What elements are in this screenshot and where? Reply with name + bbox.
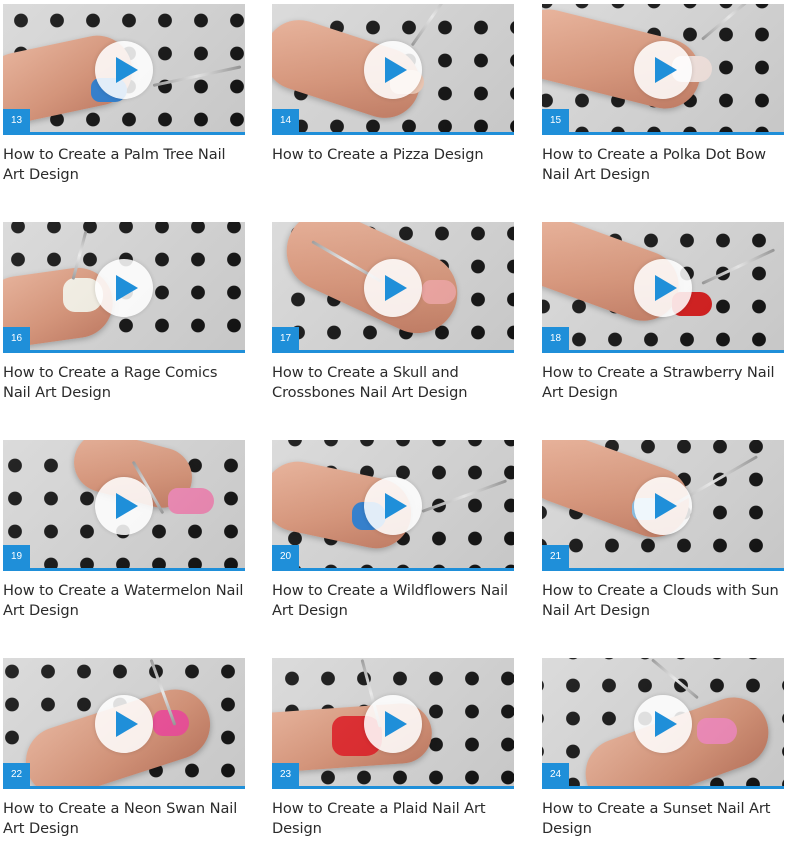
thumbnail-accent-bar [272, 786, 514, 789]
play-triangle [654, 275, 677, 301]
video-title-link[interactable]: How to Create a Neon Swan Nail Art Desig… [3, 799, 246, 839]
play-icon [115, 711, 138, 737]
thumbnail-accent-bar [3, 786, 245, 789]
episode-number-badge: 19 [3, 545, 30, 568]
play-triangle [115, 57, 138, 83]
play-button[interactable] [95, 695, 153, 753]
play-icon [654, 57, 677, 83]
video-card[interactable]: 15 How to Create a Polka Dot Bow Nail Art… [542, 4, 785, 185]
video-card[interactable]: 17 How to Create a Skull and Crossbones N… [272, 222, 515, 403]
episode-number-badge: 14 [272, 109, 299, 132]
video-card[interactable]: 13 How to Create a Palm Tree Nail Art Des… [3, 4, 246, 185]
video-title-link[interactable]: How to Create a Watermelon Nail Art Desi… [3, 581, 246, 621]
play-button[interactable] [95, 477, 153, 535]
video-thumbnail[interactable]: 13 [3, 4, 245, 135]
thumbnail-accent-bar [542, 786, 784, 789]
thumbnail-accent-bar [3, 132, 245, 135]
video-thumbnail[interactable]: 22 [3, 658, 245, 789]
play-triangle [384, 711, 407, 737]
video-card[interactable]: 18 How to Create a Strawberry Nail Art De… [542, 222, 785, 403]
play-icon [654, 493, 677, 519]
video-grid: 13 How to Create a Palm Tree Nail Art Des… [0, 0, 787, 847]
video-title-link[interactable]: How to Create a Skull and Crossbones Nai… [272, 363, 515, 403]
play-triangle [654, 57, 677, 83]
video-title-link[interactable]: How to Create a Strawberry Nail Art Desi… [542, 363, 785, 403]
video-title-link[interactable]: How to Create a Wildflowers Nail Art Des… [272, 581, 515, 621]
video-card[interactable]: 20 How to Create a Wildflowers Nail Art D… [272, 440, 515, 621]
play-triangle [115, 493, 138, 519]
video-thumbnail[interactable]: 23 [272, 658, 514, 789]
episode-number-badge: 23 [272, 763, 299, 786]
thumbnail-accent-bar [3, 568, 245, 571]
video-card[interactable]: 14 How to Create a Pizza Design [272, 4, 515, 165]
play-triangle [384, 493, 407, 519]
video-title-link[interactable]: How to Create a Clouds with Sun Nail Art… [542, 581, 785, 621]
episode-number-badge: 13 [3, 109, 30, 132]
thumbnail-accent-bar [3, 350, 245, 353]
thumbnail-accent-bar [272, 132, 514, 135]
video-thumbnail[interactable]: 17 [272, 222, 514, 353]
episode-number-badge: 15 [542, 109, 569, 132]
thumbnail-accent-bar [272, 568, 514, 571]
video-thumbnail[interactable]: 14 [272, 4, 514, 135]
video-card[interactable]: 22 How to Create a Neon Swan Nail Art Des… [3, 658, 246, 839]
thumbnail-accent-bar [542, 350, 784, 353]
video-title-link[interactable]: How to Create a Sunset Nail Art Design [542, 799, 785, 839]
video-thumbnail[interactable]: 19 [3, 440, 245, 571]
video-thumbnail[interactable]: 15 [542, 4, 784, 135]
thumbnail-accent-bar [542, 568, 784, 571]
video-title-link[interactable]: How to Create a Palm Tree Nail Art Desig… [3, 145, 246, 185]
play-triangle [654, 493, 677, 519]
video-card[interactable]: 16 How to Create a Rage Comics Nail Art D… [3, 222, 246, 403]
video-card[interactable]: 23 How to Create a Plaid Nail Art Design [272, 658, 515, 839]
play-button[interactable] [95, 259, 153, 317]
video-title-link[interactable]: How to Create a Polka Dot Bow Nail Art D… [542, 145, 785, 185]
play-icon [384, 711, 407, 737]
play-button[interactable] [364, 695, 422, 753]
video-card[interactable]: 19 How to Create a Watermelon Nail Art De… [3, 440, 246, 621]
play-button[interactable] [634, 477, 692, 535]
play-button[interactable] [634, 41, 692, 99]
video-title-link[interactable]: How to Create a Pizza Design [272, 145, 515, 165]
play-icon [654, 711, 677, 737]
video-thumbnail[interactable]: 21 [542, 440, 784, 571]
video-card[interactable]: 24 How to Create a Sunset Nail Art Design [542, 658, 785, 839]
video-thumbnail[interactable]: 24 [542, 658, 784, 789]
video-card[interactable]: 21 How to Create a Clouds with Sun Nail A… [542, 440, 785, 621]
episode-number-badge: 24 [542, 763, 569, 786]
play-button[interactable] [634, 259, 692, 317]
play-icon [115, 275, 138, 301]
play-icon [115, 57, 138, 83]
episode-number-badge: 22 [3, 763, 30, 786]
play-icon [115, 493, 138, 519]
video-title-link[interactable]: How to Create a Plaid Nail Art Design [272, 799, 515, 839]
play-icon [654, 275, 677, 301]
episode-number-badge: 18 [542, 327, 569, 350]
play-button[interactable] [364, 41, 422, 99]
episode-number-badge: 17 [272, 327, 299, 350]
play-triangle [654, 711, 677, 737]
episode-number-badge: 21 [542, 545, 569, 568]
episode-number-badge: 20 [272, 545, 299, 568]
play-button[interactable] [364, 259, 422, 317]
video-thumbnail[interactable]: 20 [272, 440, 514, 571]
play-triangle [384, 275, 407, 301]
episode-number-badge: 16 [3, 327, 30, 350]
play-icon [384, 275, 407, 301]
thumbnail-accent-bar [542, 132, 784, 135]
play-icon [384, 57, 407, 83]
thumbnail-accent-bar [272, 350, 514, 353]
video-thumbnail[interactable]: 16 [3, 222, 245, 353]
play-button[interactable] [95, 41, 153, 99]
video-title-link[interactable]: How to Create a Rage Comics Nail Art Des… [3, 363, 246, 403]
play-triangle [115, 711, 138, 737]
play-icon [384, 493, 407, 519]
video-thumbnail[interactable]: 18 [542, 222, 784, 353]
play-button[interactable] [634, 695, 692, 753]
play-triangle [384, 57, 407, 83]
play-button[interactable] [364, 477, 422, 535]
play-triangle [115, 275, 138, 301]
